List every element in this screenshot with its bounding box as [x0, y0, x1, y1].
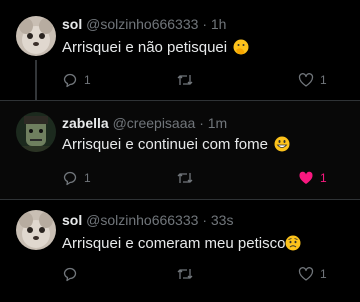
- like-button[interactable]: 1: [298, 72, 327, 88]
- tweet-header: sol @solzinho666333 · 33s: [62, 212, 233, 228]
- hand-over-mouth-emoji: [233, 39, 249, 55]
- like-count: 1: [320, 171, 327, 185]
- tweet-actions: 1: [62, 266, 342, 286]
- display-name[interactable]: sol: [62, 212, 82, 228]
- timestamp[interactable]: 1m: [208, 115, 227, 131]
- tweet-1[interactable]: sol @solzinho666333 · 1h Arrisquei e não…: [0, 0, 360, 101]
- display-name[interactable]: zabella: [62, 115, 109, 131]
- display-name[interactable]: sol: [62, 16, 82, 32]
- like-button[interactable]: 1: [298, 170, 327, 186]
- separator: ·: [202, 16, 207, 32]
- tweet-text: Arrisquei e comeram meu petisco: [62, 235, 301, 252]
- tweet-2[interactable]: zabella @creepisaaa · 1m Arrisquei e con…: [0, 101, 360, 200]
- reply-button[interactable]: 1: [62, 170, 91, 186]
- reply-button[interactable]: [62, 266, 84, 282]
- reply-icon: [63, 73, 77, 88]
- reply-icon: [63, 171, 77, 186]
- worried-face-emoji: [285, 235, 301, 251]
- tweet-text: Arrisquei e não petisquei: [62, 39, 249, 56]
- retweet-button[interactable]: [176, 170, 194, 186]
- reply-count: 1: [84, 73, 91, 87]
- avatar-sol[interactable]: [16, 210, 56, 250]
- heart-icon: [298, 267, 314, 281]
- tweet-text-content: Arrisquei e não petisquei: [62, 39, 228, 56]
- reply-button[interactable]: 1: [62, 72, 91, 88]
- heart-filled-icon: [299, 171, 313, 184]
- retweet-icon: [177, 75, 193, 85]
- timestamp[interactable]: 1h: [211, 16, 227, 32]
- thread-line: [35, 60, 37, 101]
- reply-count: 1: [84, 171, 91, 185]
- separator: ·: [202, 212, 207, 228]
- like-count: 1: [320, 73, 327, 87]
- tweet-3[interactable]: sol @solzinho666333 · 33s Arrisquei e co…: [0, 200, 360, 302]
- tweet-actions: 1 1: [62, 72, 342, 92]
- handle[interactable]: @solzinho666333: [86, 212, 198, 228]
- separator: ·: [199, 115, 204, 131]
- tweet-text: Arrisquei e continuei com fome: [62, 136, 290, 153]
- retweet-icon: [177, 269, 193, 279]
- retweet-button[interactable]: [176, 72, 194, 88]
- like-count: 1: [320, 267, 327, 281]
- like-button[interactable]: 1: [298, 266, 327, 282]
- tweet-header: zabella @creepisaaa · 1m: [62, 115, 227, 131]
- retweet-icon: [177, 173, 193, 183]
- handle[interactable]: @solzinho666333: [86, 16, 198, 32]
- avatar-zabella[interactable]: [16, 112, 56, 152]
- timestamp[interactable]: 33s: [211, 212, 234, 228]
- reply-icon: [63, 267, 77, 282]
- handle[interactable]: @creepisaaa: [113, 115, 196, 131]
- grinning-face-emoji: [274, 136, 290, 152]
- tweet-text-content: Arrisquei e comeram meu petisco: [62, 235, 286, 252]
- retweet-button[interactable]: [176, 266, 194, 282]
- tweet-actions: 1 1: [62, 170, 342, 190]
- heart-icon: [298, 73, 314, 87]
- tweet-header: sol @solzinho666333 · 1h: [62, 16, 226, 32]
- tweet-text-content: Arrisquei e continuei com fome: [62, 136, 268, 153]
- avatar-sol[interactable]: [16, 16, 56, 56]
